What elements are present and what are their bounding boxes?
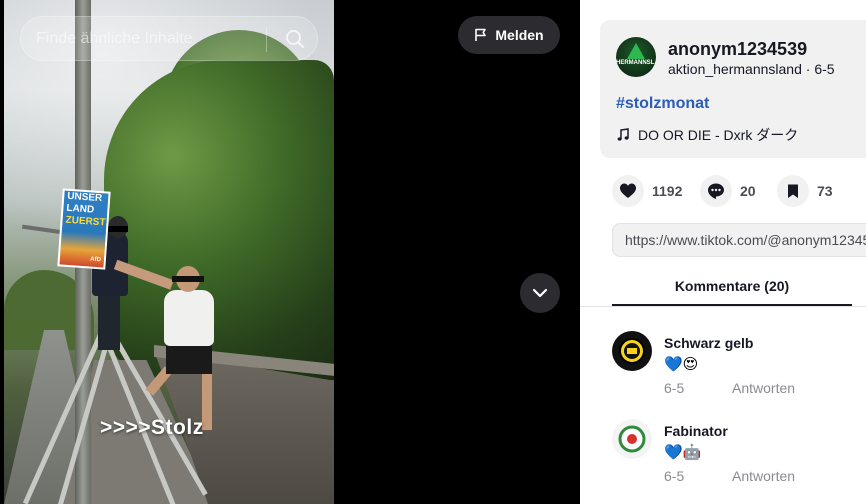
avatar-text: HERMANNSLAND — [616, 60, 656, 66]
avatar[interactable]: HERMANNSLAND — [616, 37, 656, 77]
share-url-field[interactable]: https://www.tiktok.com/@anonym1234539 — [612, 223, 866, 257]
reply-button[interactable]: Antworten — [732, 380, 795, 396]
tab-divider — [580, 306, 866, 307]
video-frame[interactable]: UNSER LAND ZUERST! AfD >>>>Stolz — [4, 0, 334, 504]
video-player[interactable]: UNSER LAND ZUERST! AfD >>>>Stolz Melden — [0, 0, 580, 504]
commenter-name[interactable]: Fabinator — [664, 423, 728, 439]
app-root: UNSER LAND ZUERST! AfD >>>>Stolz Melden — [0, 0, 866, 504]
comment-date: 6-5 — [664, 468, 685, 484]
report-label: Melden — [495, 27, 544, 43]
comment-icon-wrap — [700, 175, 732, 207]
commenter-name[interactable]: Schwarz gelb — [664, 335, 753, 351]
music-title: DO OR DIE - Dxrk ダーク — [638, 127, 799, 143]
nickname[interactable]: aktion_hermannsland — [668, 61, 802, 77]
censor-bar — [106, 226, 128, 232]
election-poster: UNSER LAND ZUERST! AfD — [57, 188, 111, 270]
ladder-rail — [22, 328, 105, 504]
bvb-logo-icon — [612, 331, 652, 371]
logo-icon — [627, 43, 645, 59]
save-count: 73 — [817, 183, 833, 199]
search-icon — [286, 30, 304, 48]
post-info-card: HERMANNSLAND anonym1234539 aktion_herman… — [600, 20, 866, 158]
search-input[interactable] — [36, 17, 262, 60]
hashtag-link[interactable]: #stolzmonat — [616, 95, 709, 113]
comment-date: 6-5 — [664, 380, 685, 396]
details-panel: HERMANNSLAND anonym1234539 aktion_herman… — [580, 0, 866, 504]
music-link[interactable]: DO OR DIE - Dxrk ダーク — [616, 125, 798, 145]
search-button[interactable] — [275, 19, 315, 59]
poster-logo: AfD — [90, 256, 102, 264]
music-note-icon — [617, 128, 629, 141]
person-shorts — [166, 344, 212, 374]
person-legs — [98, 294, 120, 350]
next-video-button[interactable] — [520, 273, 560, 313]
search-bar — [20, 16, 318, 61]
username[interactable]: anonym1234539 — [668, 39, 807, 60]
like-button[interactable]: 1192 — [612, 174, 682, 208]
reply-button[interactable]: Antworten — [732, 468, 795, 484]
chevron-down-icon — [532, 288, 548, 298]
commenter-avatar[interactable] — [612, 419, 652, 459]
report-button[interactable]: Melden — [458, 16, 560, 54]
post-date: 6-5 — [814, 61, 835, 77]
save-button[interactable]: 73 — [777, 174, 833, 208]
like-icon-wrap — [612, 175, 644, 207]
bookmark-icon — [788, 184, 798, 198]
video-caption-overlay: >>>>Stolz — [100, 416, 204, 439]
comment-text: 💙🤖 — [664, 444, 702, 461]
commenter-avatar[interactable] — [612, 331, 652, 371]
comment-button[interactable]: 20 — [700, 174, 756, 208]
crest-icon — [612, 419, 652, 459]
comment-count: 20 — [740, 183, 756, 199]
poster-line: ZUERST! — [65, 214, 110, 229]
search-divider — [266, 27, 267, 52]
comment-icon — [708, 183, 724, 199]
comment-text: 💙😍 — [664, 356, 699, 373]
author-subline: aktion_hermannsland · 6-5 — [668, 61, 835, 77]
flag-icon — [475, 28, 487, 41]
censor-bar — [172, 276, 204, 282]
tab-comments[interactable]: Kommentare (20) — [612, 270, 852, 306]
person-body — [164, 290, 214, 346]
heart-icon — [620, 183, 636, 198]
like-count: 1192 — [652, 183, 683, 199]
save-icon-wrap — [777, 175, 809, 207]
separator: · — [805, 61, 811, 77]
